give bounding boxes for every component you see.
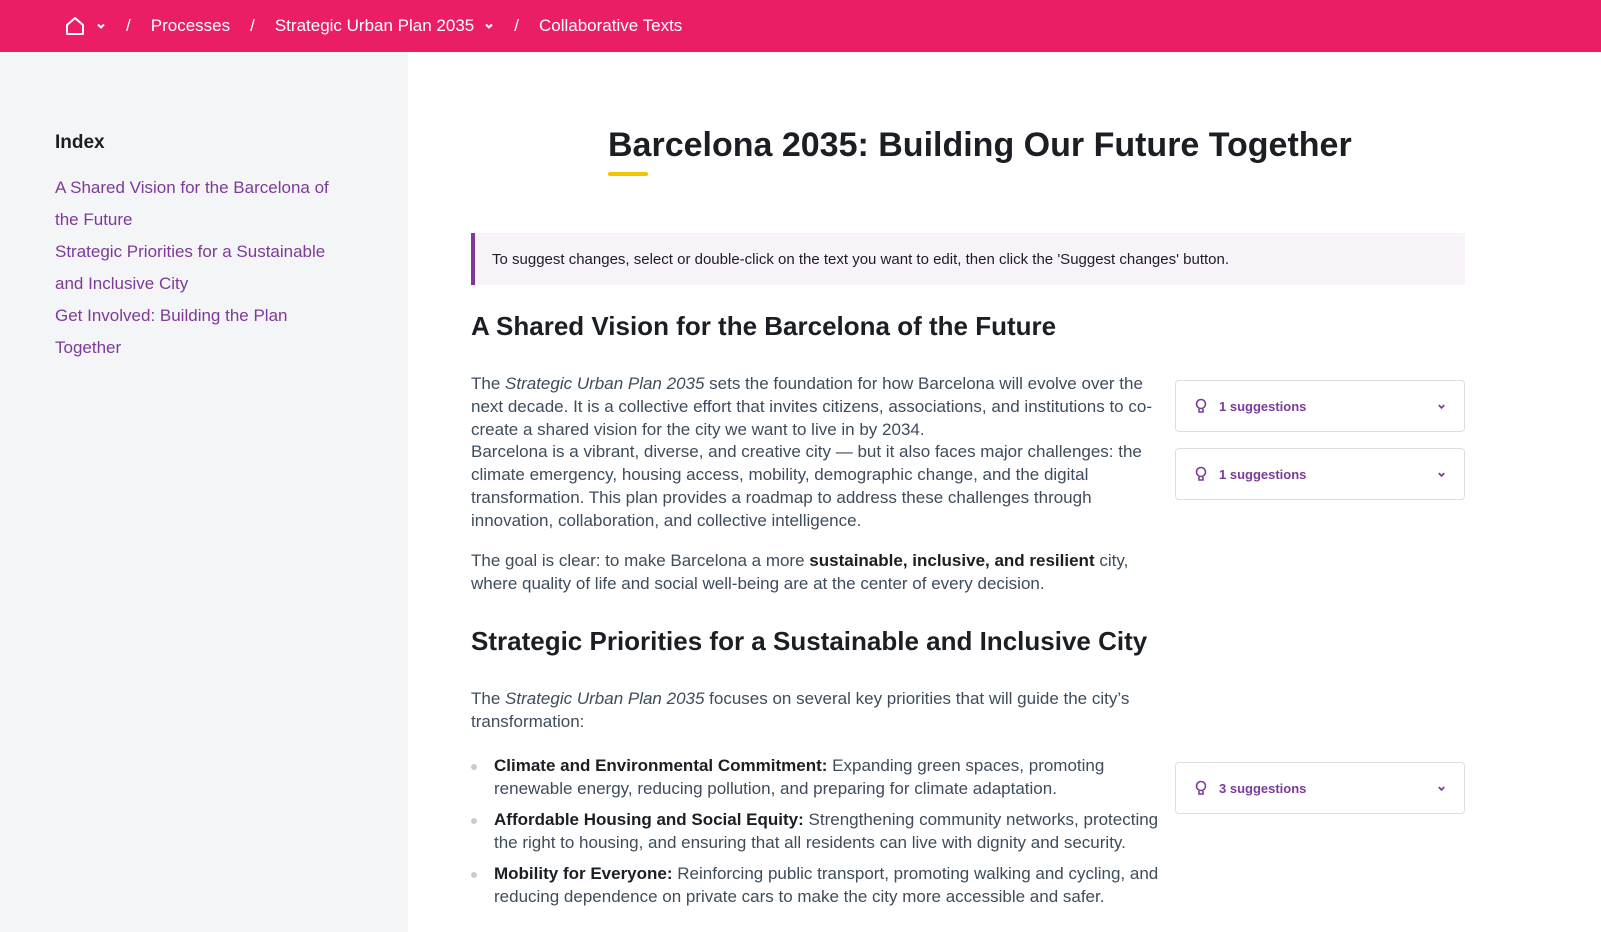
breadcrumb-separator: /	[126, 16, 131, 35]
process-dropdown-chevron-down-icon[interactable]	[484, 21, 494, 31]
suggestions-dropdown[interactable]: 1 suggestions	[1175, 448, 1465, 500]
suggest-changes-callout: To suggest changes, select or double-cli…	[471, 233, 1465, 285]
bullet-dot	[471, 764, 477, 770]
paragraph-priorities-intro[interactable]: The Strategic Urban Plan 2035 focuses on…	[471, 687, 1164, 733]
list-item-climate[interactable]: Climate and Environmental Commitment: Ex…	[471, 754, 1164, 800]
index-heading: Index	[55, 132, 105, 153]
bullet-dot	[471, 872, 477, 878]
index-sidebar: Index A Shared Vision for the Barcelona …	[0, 52, 408, 932]
suggestions-count: 3 suggestions	[1219, 780, 1307, 796]
breadcrumb-process-name[interactable]: Strategic Urban Plan 2035	[275, 16, 474, 36]
list-item-housing[interactable]: Affordable Housing and Social Equity: St…	[471, 808, 1164, 854]
breadcrumb-current[interactable]: Collaborative Texts	[539, 16, 682, 36]
bullet-dot	[471, 818, 477, 824]
breadcrumb-separator: /	[514, 16, 519, 35]
index-link-strategic-priorities[interactable]: Strategic Priorities for a Sustainable a…	[55, 236, 330, 300]
top-breadcrumb-bar: / Processes / Strategic Urban Plan 2035 …	[0, 0, 1601, 52]
suggestions-dropdown[interactable]: 1 suggestions	[1175, 380, 1465, 432]
index-link-shared-vision[interactable]: A Shared Vision for the Barcelona of the…	[55, 172, 330, 236]
callout-text: To suggest changes, select or double-cli…	[492, 250, 1230, 268]
lightbulb-icon	[1194, 466, 1208, 482]
paragraph-goal[interactable]: The goal is clear: to make Barcelona a m…	[471, 549, 1164, 595]
breadcrumb-processes[interactable]: Processes	[151, 16, 230, 36]
breadcrumb-separator: /	[250, 16, 255, 35]
suggestions-count: 1 suggestions	[1219, 466, 1307, 482]
section-heading-shared-vision: A Shared Vision for the Barcelona of the…	[471, 311, 1057, 341]
list-item-mobility[interactable]: Mobility for Everyone: Reinforcing publi…	[471, 862, 1164, 908]
paragraph-plan-intro[interactable]: The Strategic Urban Plan 2035 sets the f…	[471, 372, 1164, 441]
chevron-down-icon	[1437, 784, 1446, 793]
lightbulb-icon	[1194, 398, 1208, 414]
paragraph-challenges[interactable]: Barcelona is a vibrant, diverse, and cre…	[471, 440, 1164, 532]
suggestions-dropdown[interactable]: 3 suggestions	[1175, 762, 1465, 814]
main-content: Barcelona 2035: Building Our Future Toge…	[408, 52, 1601, 932]
lightbulb-icon	[1194, 780, 1208, 796]
home-icon[interactable]	[64, 15, 86, 37]
title-underline	[608, 172, 648, 176]
chevron-down-icon	[1437, 470, 1446, 479]
chevron-down-icon	[1437, 402, 1446, 411]
page-title: Barcelona 2035: Building Our Future Toge…	[608, 126, 1352, 164]
suggestions-count: 1 suggestions	[1219, 398, 1307, 414]
home-dropdown-chevron-down-icon[interactable]	[96, 21, 106, 31]
section-heading-strategic-priorities: Strategic Priorities for a Sustainable a…	[471, 626, 1148, 656]
index-link-get-involved[interactable]: Get Involved: Building the Plan Together	[55, 300, 330, 364]
